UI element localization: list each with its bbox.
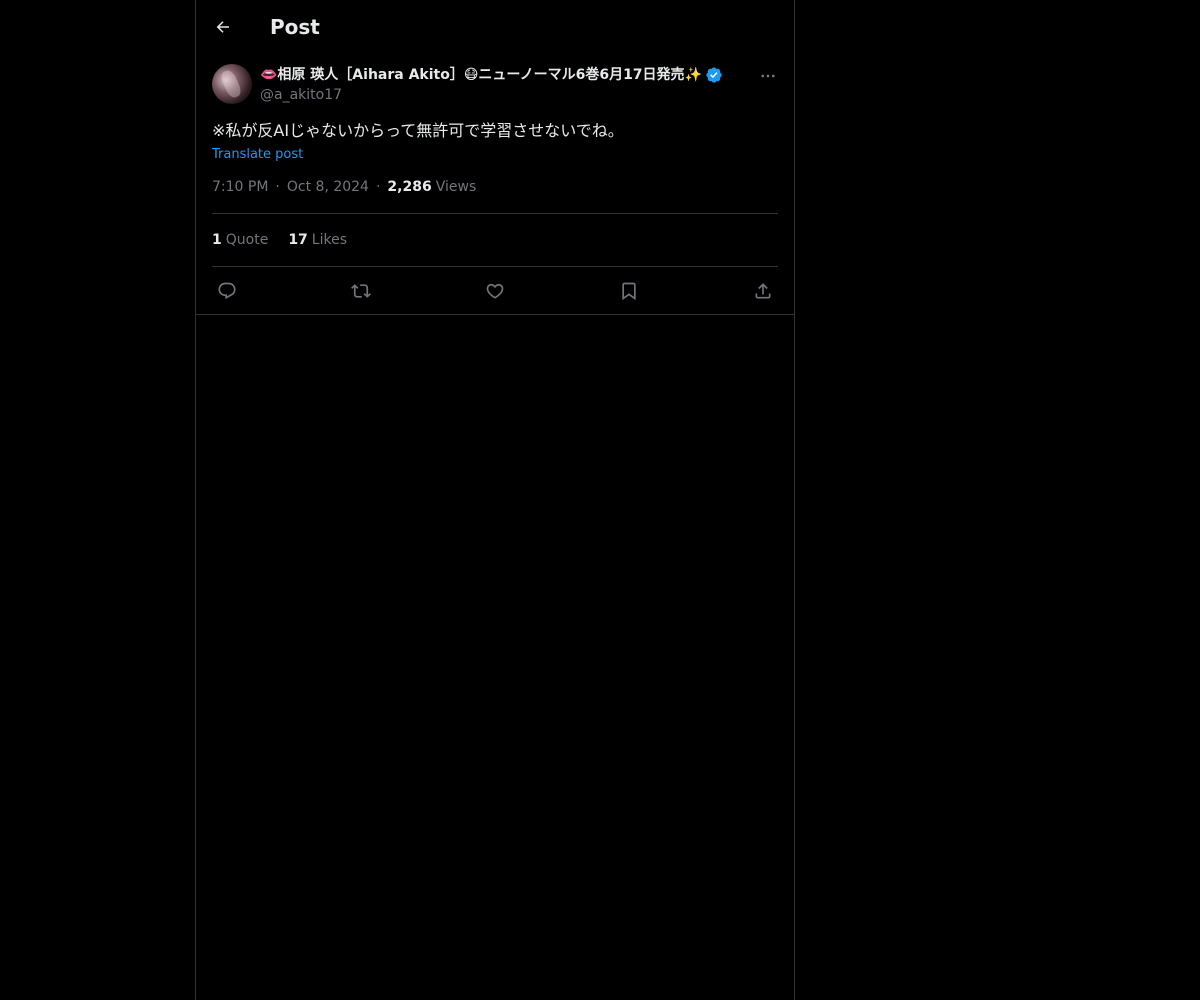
likes-count: 17	[288, 232, 308, 248]
quotes-label: Quote	[225, 232, 269, 248]
back-button[interactable]	[212, 16, 234, 38]
reply-icon	[218, 282, 236, 299]
header: Post	[196, 0, 794, 54]
post-text: ※私が反AIじゃないからって無許可で学習させないでね。	[212, 121, 624, 140]
post-bottom-divider	[196, 314, 794, 315]
main-column: Post 👄相原 瑛人［Aihara Akito］😷ニューノーマル6巻6月17日…	[195, 0, 795, 1000]
avatar[interactable]	[212, 64, 252, 104]
post: 👄相原 瑛人［Aihara Akito］😷ニューノーマル6巻6月17日発売✨ @…	[196, 64, 794, 315]
bookmark-icon	[622, 282, 636, 300]
verified-badge-icon[interactable]	[705, 66, 723, 84]
arrow-left-icon	[216, 21, 229, 33]
share-button[interactable]	[752, 280, 774, 302]
author-info: 👄相原 瑛人［Aihara Akito］😷ニューノーマル6巻6月17日発売✨ @…	[260, 65, 723, 105]
more-horizontal-icon	[761, 74, 775, 78]
author-display-name[interactable]: 👄相原 瑛人［Aihara Akito］😷ニューノーマル6巻6月17日発売✨	[260, 65, 702, 85]
meta-separator: ·	[275, 179, 280, 195]
author-row: 👄相原 瑛人［Aihara Akito］😷ニューノーマル6巻6月17日発売✨ @…	[212, 64, 778, 105]
like-button[interactable]	[484, 280, 506, 302]
views-count: 2,286	[387, 179, 432, 195]
more-options-button[interactable]	[758, 66, 778, 86]
author-handle[interactable]: @a_akito17	[260, 85, 723, 105]
quotes-count: 1	[212, 232, 222, 248]
translate-post-link[interactable]: Translate post	[212, 147, 303, 162]
views-label: Views	[435, 179, 477, 195]
actions-row	[212, 267, 778, 314]
repost-icon	[351, 283, 371, 298]
bookmark-button[interactable]	[618, 280, 640, 302]
meta-separator: ·	[375, 179, 381, 195]
likes-stat[interactable]: 17 Likes	[288, 232, 347, 248]
quotes-stat[interactable]: 1 Quote	[212, 232, 268, 248]
like-icon	[486, 283, 504, 299]
reply-button[interactable]	[216, 280, 238, 302]
likes-label: Likes	[311, 232, 348, 248]
stats-row: 1 Quote 17 Likes	[212, 214, 778, 267]
post-time[interactable]: 7:10 PM	[212, 177, 268, 197]
post-meta: 7:10 PM · Oct 8, 2024 · 2,286 Views	[212, 177, 778, 214]
page-title: Post	[270, 15, 320, 39]
post-date[interactable]: Oct 8, 2024	[287, 177, 369, 197]
share-icon	[755, 282, 771, 298]
repost-button[interactable]	[350, 280, 372, 302]
author-name-line[interactable]: 👄相原 瑛人［Aihara Akito］😷ニューノーマル6巻6月17日発売✨	[260, 65, 723, 85]
